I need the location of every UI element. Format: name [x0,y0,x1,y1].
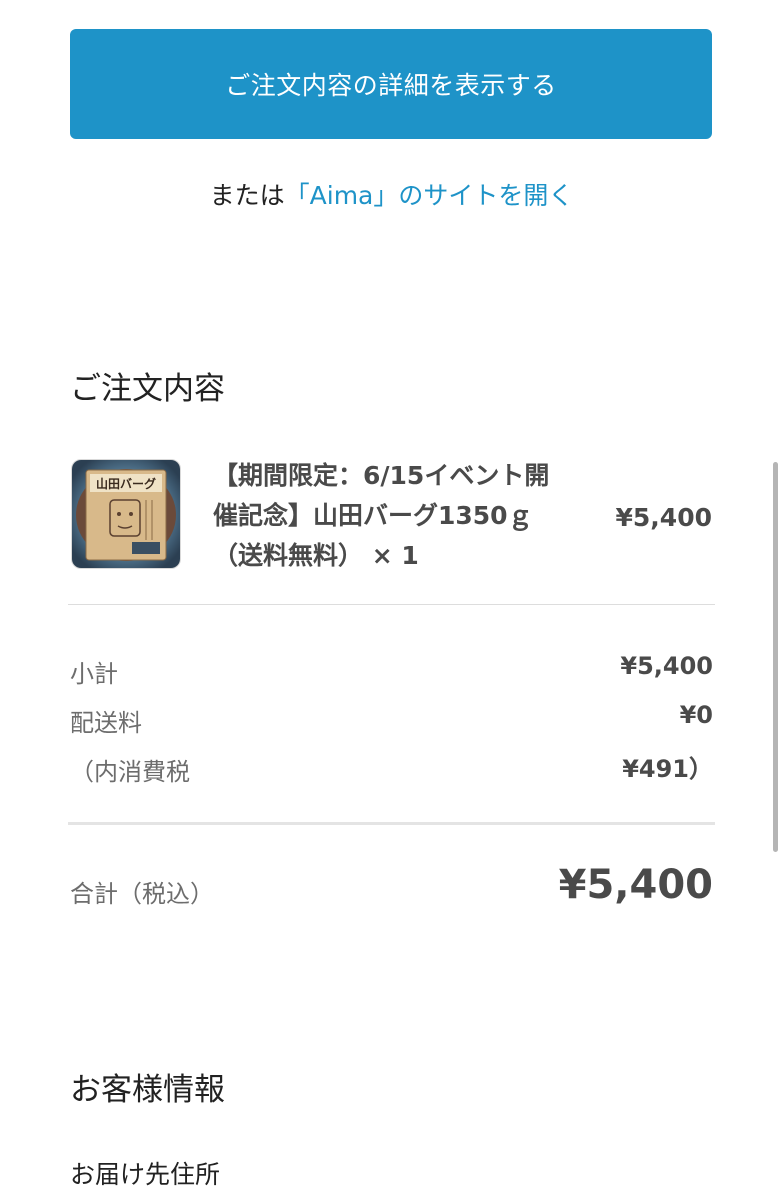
product-name-line-2: 催記念】山田バーグ1350ｇ [213,501,533,530]
open-site-line: または「Aima」のサイトを開く [0,176,783,212]
divider [68,604,715,605]
product-name-line-3: （送料無料） × 1 [213,541,419,570]
view-order-details-button[interactable]: ご注文内容の詳細を表示する [70,29,712,139]
shipping-address-label: お届け先住所 [70,1160,221,1189]
product-image-graphic: 山田バーグ [72,460,180,568]
product-image-label: 山田バーグ [96,476,156,491]
customer-info-title: お客様情報 [70,1072,225,1108]
scrollbar[interactable] [773,462,778,852]
open-site-prefix: または [209,181,285,210]
shipping-value: ¥0 [679,701,713,729]
shipping-label: 配送料 [70,709,142,737]
divider [68,822,715,825]
tax-value: ¥491） [622,755,713,783]
order-summary-title: ご注文内容 [70,371,225,407]
tax-label: （内消費税 [70,758,190,786]
product-name-line-1: 【期間限定：6/15イベント開 [213,461,550,490]
total-label: 合計（税込） [70,880,214,908]
product-image: 山田バーグ [71,459,181,569]
product-price: ¥5,400 [615,503,712,532]
subtotal-label: 小計 [70,660,118,688]
product-name: 【期間限定：6/15イベント開 催記念】山田バーグ1350ｇ （送料無料） × … [213,456,583,576]
total-value: ¥5,400 [558,862,713,908]
subtotal-value: ¥5,400 [620,652,713,680]
view-order-details-label: ご注文内容の詳細を表示する [225,71,557,100]
open-site-link[interactable]: 「Aima」のサイトを開く [285,181,574,210]
